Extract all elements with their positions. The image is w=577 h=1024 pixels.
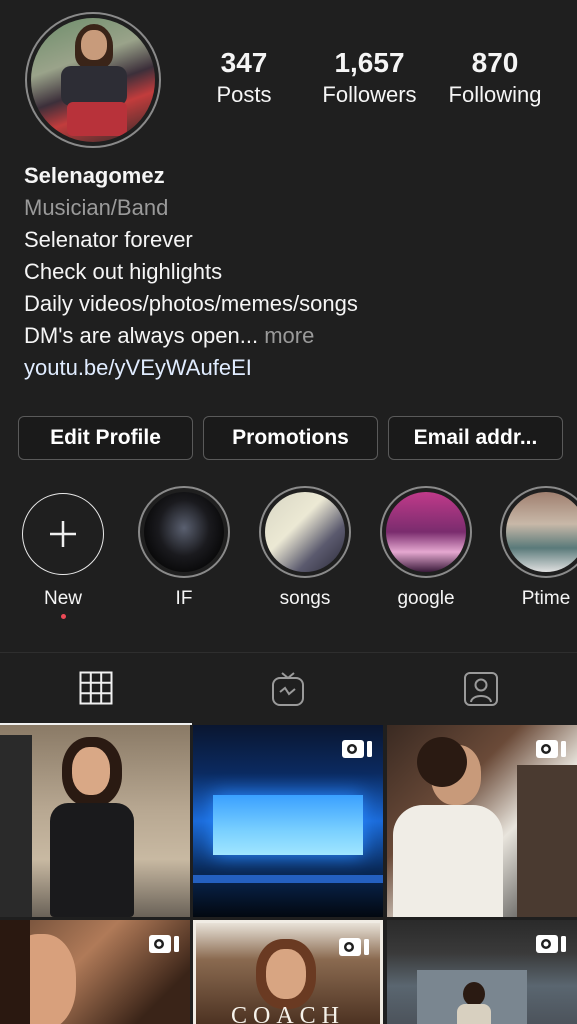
- followers-count: 1,657: [334, 47, 405, 78]
- highlight-label: IF: [175, 588, 193, 609]
- post-overlay-text: COACH: [230, 1003, 345, 1024]
- video-camera-icon: [339, 938, 369, 956]
- promotions-button[interactable]: Promotions: [203, 416, 378, 460]
- video-camera-icon: [536, 935, 566, 953]
- highlight-label: Ptime: [521, 588, 571, 609]
- bio-line: DM's are always open...: [24, 323, 259, 348]
- post-thumbnail[interactable]: COACH: [193, 920, 383, 1024]
- video-camera-icon: [342, 740, 372, 758]
- tab-igtv[interactable]: [192, 653, 384, 725]
- post-thumbnail[interactable]: [0, 725, 190, 917]
- story-highlights: New IF songs google Ptime: [0, 486, 577, 626]
- edit-profile-button[interactable]: Edit Profile: [18, 416, 193, 460]
- highlight-label: New: [43, 588, 82, 609]
- followers-label: Followers: [322, 82, 417, 107]
- video-camera-icon: [536, 740, 566, 758]
- post-thumbnail[interactable]: [0, 920, 190, 1024]
- grid-icon: [79, 671, 113, 705]
- notification-dot: [60, 614, 66, 619]
- email-button[interactable]: Email addr...: [388, 416, 563, 460]
- profile-bio: Selenagomez Musician/Band Selenator fore…: [24, 160, 564, 384]
- highlight-google[interactable]: google: [379, 486, 473, 610]
- posts-count: 347: [220, 47, 268, 78]
- plus-icon: [50, 521, 76, 547]
- new-highlight-circle[interactable]: [22, 493, 104, 575]
- highlight-label: google: [397, 588, 455, 609]
- profile-photo: [31, 18, 155, 142]
- highlight-cover: [259, 486, 351, 578]
- highlight-label: songs: [279, 588, 331, 609]
- highlight-cover: [500, 486, 577, 578]
- followers-stat[interactable]: 1,657 Followers: [312, 46, 427, 110]
- category-label: Musician/Band: [24, 195, 169, 220]
- tab-grid[interactable]: [0, 653, 192, 725]
- more-link[interactable]: more: [258, 323, 314, 348]
- following-label: Following: [448, 82, 542, 107]
- post-thumbnail[interactable]: [193, 725, 383, 917]
- profile-header: 347 Posts 1,657 Followers 870 Following: [0, 0, 577, 160]
- highlight-cover: [380, 486, 472, 578]
- tab-tagged[interactable]: [385, 653, 577, 725]
- bio-line: Selenator forever: [24, 227, 193, 252]
- highlight-cover: [138, 486, 230, 578]
- tagged-icon: [464, 672, 498, 706]
- highlight-new[interactable]: New: [16, 486, 110, 619]
- bio-line-truncated: DM's are always open... more: [24, 320, 564, 352]
- following-stat[interactable]: 870 Following: [440, 46, 550, 110]
- highlight-songs[interactable]: songs: [258, 486, 352, 610]
- post-thumbnail[interactable]: [387, 725, 577, 917]
- bio-line: Check out highlights: [24, 259, 223, 284]
- igtv-icon: [272, 672, 304, 706]
- bio-line: Daily videos/photos/memes/songs: [24, 291, 358, 316]
- username: Selenagomez: [24, 163, 165, 188]
- highlight-if[interactable]: IF: [137, 486, 231, 610]
- highlight-ptime[interactable]: Ptime: [499, 486, 577, 610]
- avatar[interactable]: [25, 12, 161, 148]
- posts-stat[interactable]: 347 Posts: [204, 46, 284, 110]
- profile-actions: Edit Profile Promotions Email addr...: [18, 416, 563, 460]
- video-camera-icon: [149, 935, 179, 953]
- posts-label: Posts: [216, 82, 272, 107]
- profile-tabs: [0, 652, 577, 725]
- bio-link[interactable]: youtu.be/yVEyWAufeEI: [24, 352, 564, 384]
- post-thumbnail[interactable]: [387, 920, 577, 1024]
- following-count: 870: [471, 47, 519, 78]
